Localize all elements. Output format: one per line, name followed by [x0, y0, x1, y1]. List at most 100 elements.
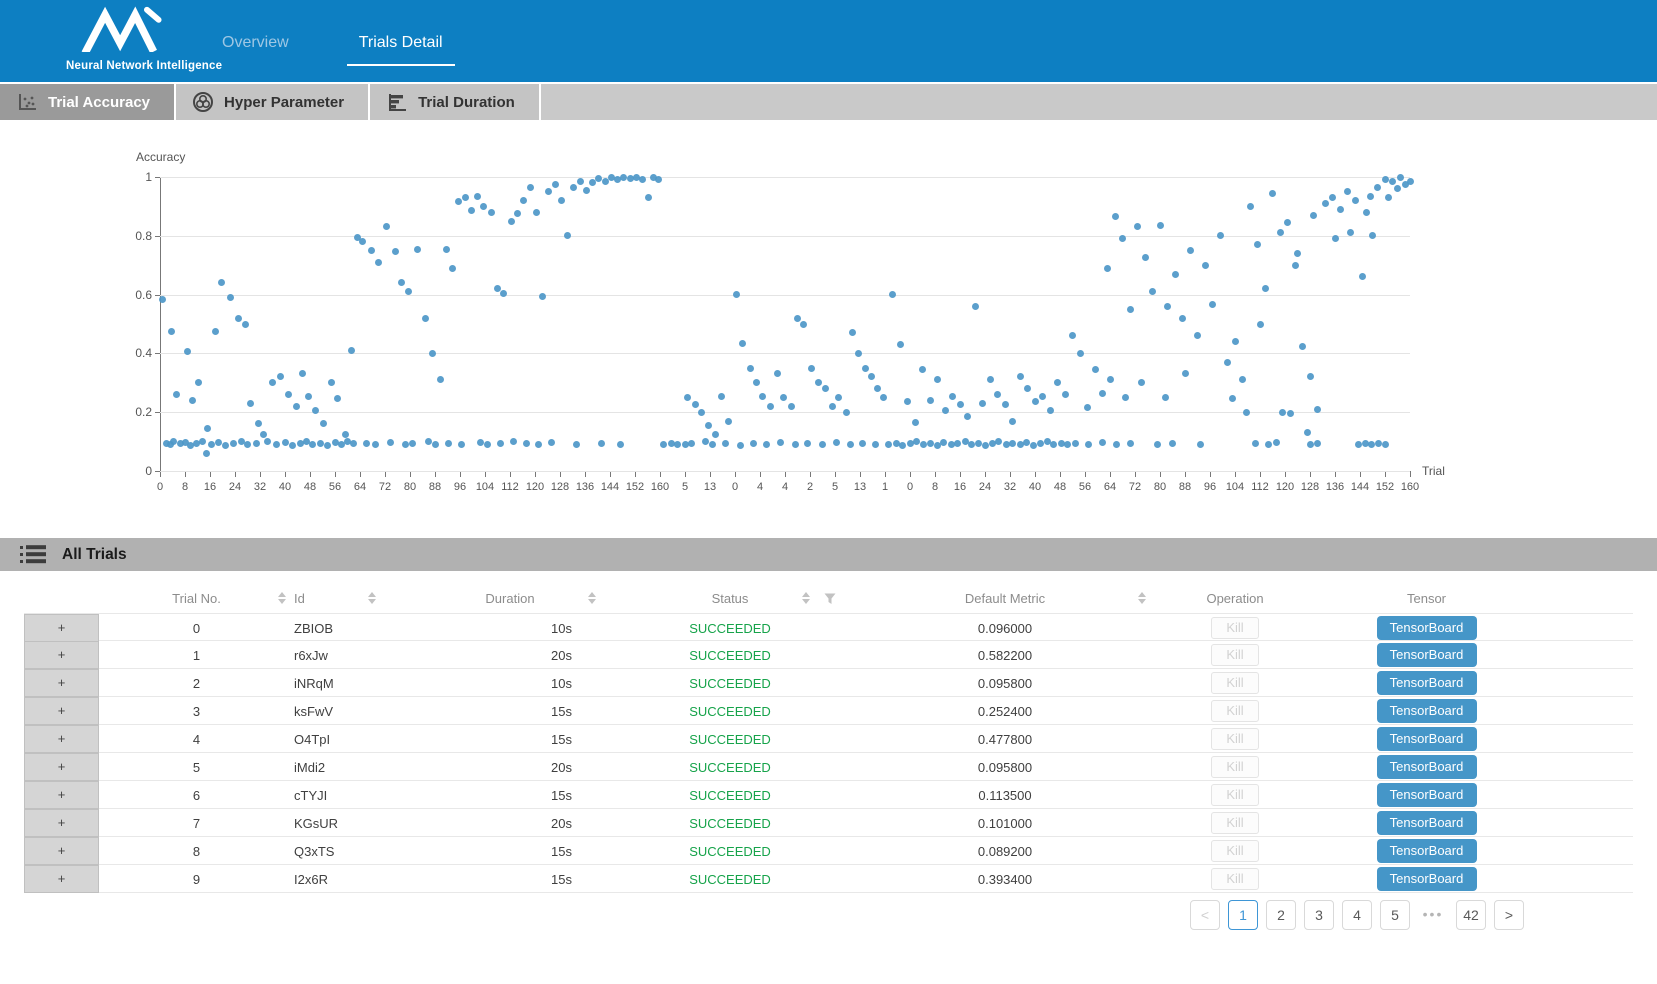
- kill-button[interactable]: Kill: [1211, 812, 1259, 834]
- tensorboard-button[interactable]: TensorBoard: [1377, 699, 1477, 723]
- y-tick-mark: [155, 353, 160, 354]
- scatter-plot-area[interactable]: Trial 00.20.40.60.8108162432404856647280…: [160, 177, 1410, 471]
- pagination-page-2[interactable]: 2: [1266, 900, 1296, 930]
- tensorboard-button[interactable]: TensorBoard: [1377, 867, 1477, 891]
- tensorboard-button[interactable]: TensorBoard: [1377, 727, 1477, 751]
- scatter-point: [702, 438, 709, 445]
- sort-icon[interactable]: [278, 592, 286, 604]
- row-expand-button[interactable]: +: [24, 725, 99, 753]
- sort-icon[interactable]: [1138, 592, 1146, 604]
- pagination-page-42[interactable]: 42: [1456, 900, 1486, 930]
- scatter-point: [1039, 393, 1046, 400]
- scatter-point: [1368, 441, 1375, 448]
- nav-overview[interactable]: Overview: [210, 34, 301, 66]
- row-expand-button[interactable]: +: [24, 837, 99, 865]
- tensorboard-button[interactable]: TensorBoard: [1377, 811, 1477, 835]
- pagination-page-5[interactable]: 5: [1380, 900, 1410, 930]
- scatter-point: [1363, 209, 1370, 216]
- tensorboard-button[interactable]: TensorBoard: [1377, 671, 1477, 695]
- kill-button[interactable]: Kill: [1211, 784, 1259, 806]
- x-tick-mark: [1310, 472, 1311, 477]
- scatter-point: [759, 393, 766, 400]
- pagination-page-3[interactable]: 3: [1304, 900, 1334, 930]
- x-tick-label: 128: [546, 481, 574, 493]
- tab-hyper-parameter[interactable]: Hyper Parameter: [176, 84, 370, 120]
- cell-default-metric: 0.095800: [860, 676, 1150, 691]
- row-expand-button[interactable]: +: [24, 781, 99, 809]
- scatter-point: [293, 403, 300, 410]
- table-row: + 4 O4TpI 15s SUCCEEDED 0.477800 Kill Te…: [24, 725, 1633, 753]
- sort-icon[interactable]: [368, 592, 376, 604]
- tab-trial-accuracy[interactable]: Trial Accuracy: [0, 84, 176, 120]
- scatter-point: [348, 347, 355, 354]
- scatter-point: [949, 393, 956, 400]
- scatter-point: [1164, 303, 1171, 310]
- scatter-point: [422, 315, 429, 322]
- tensorboard-button[interactable]: TensorBoard: [1377, 783, 1477, 807]
- scatter-point: [253, 440, 260, 447]
- scatter-point: [573, 441, 580, 448]
- scatter-point: [753, 379, 760, 386]
- row-expand-button[interactable]: +: [24, 669, 99, 697]
- sort-icon[interactable]: [802, 592, 810, 604]
- kill-button[interactable]: Kill: [1211, 756, 1259, 778]
- scatter-point: [1269, 190, 1276, 197]
- row-expand-button[interactable]: +: [24, 641, 99, 669]
- cell-duration: 15s: [420, 844, 600, 859]
- scatter-point: [235, 315, 242, 322]
- scatter-point: [1382, 176, 1389, 183]
- x-tick-mark: [1110, 472, 1111, 477]
- header-trial-no: Trial No.: [99, 585, 294, 613]
- pagination-page-1[interactable]: 1: [1228, 900, 1258, 930]
- scatter-point: [1064, 441, 1071, 448]
- pagination-prev[interactable]: <: [1190, 900, 1220, 930]
- kill-button[interactable]: Kill: [1211, 644, 1259, 666]
- kill-button[interactable]: Kill: [1211, 840, 1259, 862]
- kill-button[interactable]: Kill: [1211, 868, 1259, 890]
- cell-id: Q3xTS: [294, 844, 420, 859]
- kill-button[interactable]: Kill: [1211, 672, 1259, 694]
- scatter-point: [913, 438, 920, 445]
- scatter-point: [815, 379, 822, 386]
- row-expand-button[interactable]: +: [24, 614, 99, 642]
- x-tick-mark: [335, 472, 336, 477]
- y-tick-mark: [155, 412, 160, 413]
- x-tick-label: 112: [1246, 481, 1274, 493]
- cell-status: SUCCEEDED: [600, 816, 860, 831]
- row-expand-button[interactable]: +: [24, 809, 99, 837]
- tensorboard-button[interactable]: TensorBoard: [1377, 616, 1477, 640]
- scatter-point: [443, 246, 450, 253]
- row-expand-button[interactable]: +: [24, 697, 99, 725]
- cell-duration: 10s: [420, 621, 600, 636]
- scatter-point: [722, 440, 729, 447]
- scatter-point: [552, 181, 559, 188]
- scatter-point: [739, 340, 746, 347]
- scatter-point: [168, 328, 175, 335]
- tensorboard-button[interactable]: TensorBoard: [1377, 755, 1477, 779]
- header-status: Status: [600, 585, 860, 613]
- scatter-point: [709, 441, 716, 448]
- filter-icon[interactable]: [824, 593, 836, 605]
- tab-trial-duration[interactable]: Trial Duration: [370, 84, 541, 120]
- scatter-point: [514, 210, 521, 217]
- scatter-point: [350, 440, 357, 447]
- tensorboard-button[interactable]: TensorBoard: [1377, 839, 1477, 863]
- tensorboard-button[interactable]: TensorBoard: [1377, 643, 1477, 667]
- y-tick-label: 0.6: [106, 288, 152, 302]
- pagination-page-4[interactable]: 4: [1342, 900, 1372, 930]
- nav-trials-detail[interactable]: Trials Detail: [347, 34, 455, 66]
- scatter-point: [1224, 359, 1231, 366]
- kill-button[interactable]: Kill: [1211, 728, 1259, 750]
- kill-button[interactable]: Kill: [1211, 700, 1259, 722]
- scatter-point: [1277, 229, 1284, 236]
- scatter-point: [445, 440, 452, 447]
- sort-icon[interactable]: [588, 592, 596, 604]
- scatter-point: [904, 398, 911, 405]
- x-tick-mark: [485, 472, 486, 477]
- row-expand-button[interactable]: +: [24, 753, 99, 781]
- scatter-point: [1182, 370, 1189, 377]
- kill-button[interactable]: Kill: [1211, 617, 1259, 639]
- row-expand-button[interactable]: +: [24, 865, 99, 893]
- pagination-next[interactable]: >: [1494, 900, 1524, 930]
- scatter-point: [800, 321, 807, 328]
